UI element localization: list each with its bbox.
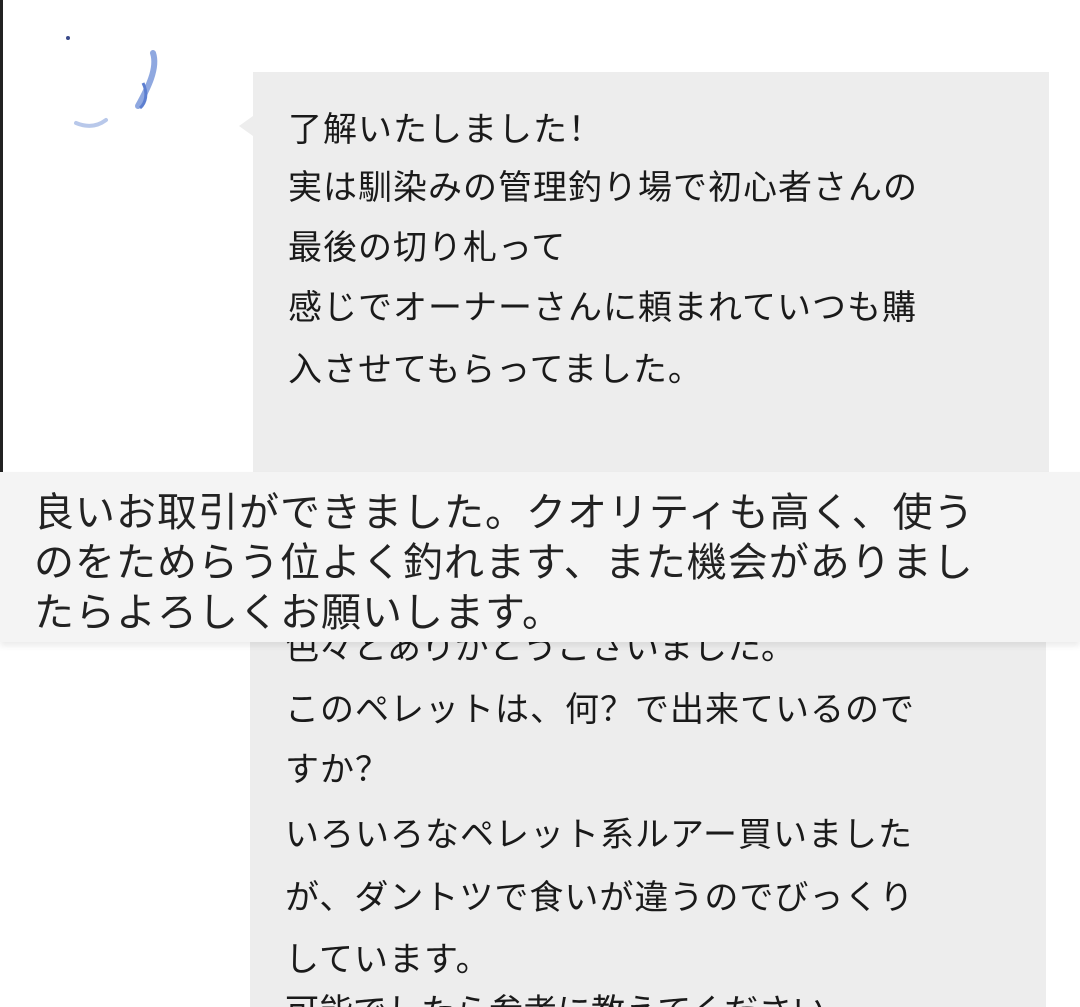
review-line: 良いお取引ができました。クオリティも高く、使う xyxy=(34,490,975,536)
screenshot-page: 了解いたしました！ 実は馴染みの管理釣り場で初心者さんの 最後の切り札って 感じ… xyxy=(0,0,1080,1007)
review-line: たらよろしくお願いします。 xyxy=(34,590,563,636)
message-line: 感じでオーナーさんに頼まれていつも購 xyxy=(288,288,917,328)
message-line: 最後の切り札って xyxy=(288,228,567,268)
message-line: 実は馴染みの管理釣り場で初心者さんの xyxy=(288,168,918,208)
review-comment-overlay: 良いお取引ができました。クオリティも高く、使う のをためらう位よく釣れます、また… xyxy=(0,472,1080,642)
message-line: 了解いたしました！ xyxy=(288,110,603,150)
message-line-partial: 可能でしたら参考に教えてください xyxy=(285,992,826,1007)
review-line: のをためらう位よく釣れます、また機会がありまし xyxy=(34,540,974,586)
message-line: が、ダントツで食いが違うのでびっくり xyxy=(285,878,915,918)
message-line: すか？ xyxy=(285,750,390,790)
message-line: いろいろなペレット系ルアー買いました xyxy=(285,815,913,855)
avatar-icon xyxy=(66,36,158,128)
chat-screenshot-bottom: 色々とありがとうございました。 このペレットは、何？で出来ているので すか？ い… xyxy=(0,640,1080,1007)
message-line: しています。 xyxy=(285,940,491,980)
message-line: 入させてもらってました。 xyxy=(288,350,703,390)
chat-screenshot-top: 了解いたしました！ 実は馴染みの管理釣り場で初心者さんの 最後の切り札って 感じ… xyxy=(0,0,1080,472)
message-line-partial: 色々とありがとうございました。 xyxy=(285,640,795,668)
message-line: このペレットは、何？で出来ているので xyxy=(285,690,915,730)
